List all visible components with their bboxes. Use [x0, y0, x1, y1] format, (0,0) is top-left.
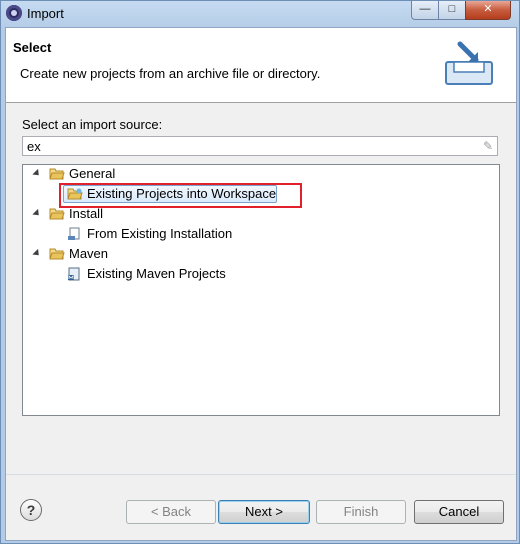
tree-item-from-existing-installation[interactable]: From Existing Installation	[23, 225, 499, 243]
tree-item-label: Existing Maven Projects	[87, 266, 226, 281]
cancel-button[interactable]: Cancel	[414, 500, 504, 524]
installation-icon	[68, 227, 80, 240]
help-button[interactable]: ?	[20, 499, 42, 521]
import-source-tree[interactable]: General Existing Projects into Workspace	[22, 164, 500, 416]
import-wizard-icon	[445, 41, 493, 85]
next-button[interactable]: Next >	[218, 500, 310, 524]
maximize-button[interactable]: □	[438, 1, 466, 20]
footer-divider	[6, 474, 516, 475]
eraser-icon[interactable]: ✎	[483, 139, 493, 153]
title-bar[interactable]: Import — □ ✕	[1, 1, 519, 27]
expand-triangle-icon[interactable]	[32, 208, 42, 219]
tree-group-general[interactable]: General	[23, 165, 499, 183]
import-dialog: Import — □ ✕ Select Create new projects …	[0, 0, 520, 544]
folder-open-icon	[49, 168, 65, 180]
filter-input[interactable]: ex ✎	[22, 136, 498, 156]
tree-group-install[interactable]: Install	[23, 205, 499, 223]
tree-item-label: From Existing Installation	[87, 226, 233, 241]
page-title: Select	[13, 40, 52, 55]
window-title: Import	[27, 6, 64, 21]
minimize-button[interactable]: —	[411, 1, 439, 20]
page-description: Create new projects from an archive file…	[20, 66, 321, 81]
dialog-content: Select Create new projects from an archi…	[5, 27, 517, 541]
folder-open-icon	[49, 248, 65, 260]
tree-group-maven[interactable]: Maven	[23, 245, 499, 263]
close-button[interactable]: ✕	[465, 1, 511, 20]
tree-group-label: Install	[69, 206, 103, 221]
maven-icon	[68, 267, 80, 281]
eclipse-app-icon	[6, 5, 22, 21]
finish-button[interactable]: Finish	[316, 500, 406, 524]
expand-triangle-icon[interactable]	[32, 248, 42, 259]
wizard-header: Select Create new projects from an archi…	[6, 28, 516, 103]
filter-input-value: ex	[27, 139, 41, 154]
tree-group-label: Maven	[69, 246, 109, 261]
tree-group-label: General	[69, 166, 116, 181]
folder-open-icon	[49, 208, 65, 220]
back-button[interactable]: < Back	[126, 500, 216, 524]
tree-item-existing-maven-projects[interactable]: Existing Maven Projects	[23, 265, 499, 283]
import-source-label: Select an import source:	[22, 117, 163, 132]
expand-triangle-icon[interactable]	[32, 168, 42, 179]
